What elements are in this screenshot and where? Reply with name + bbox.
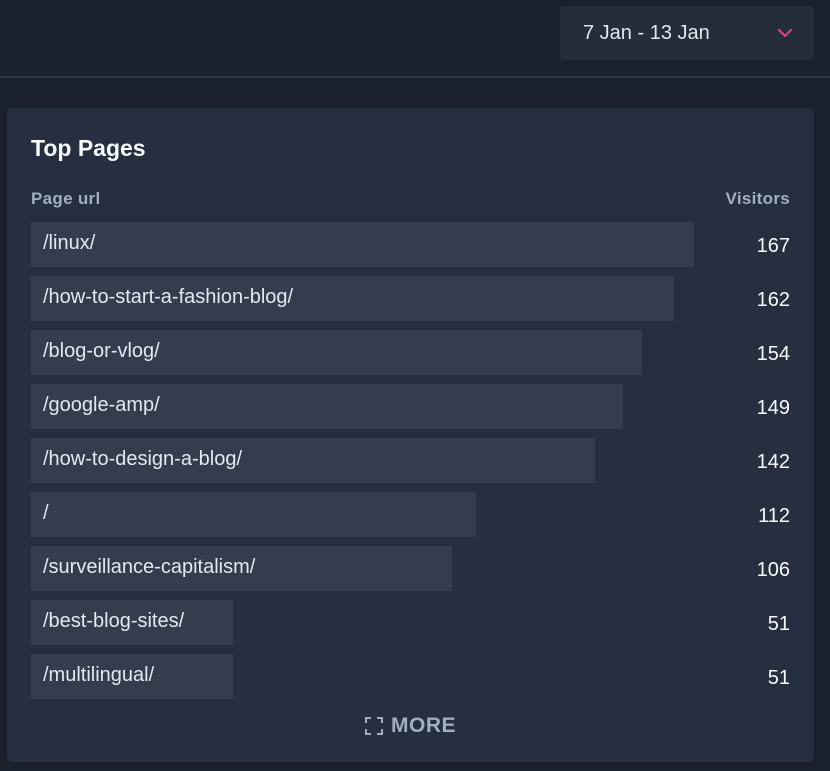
column-header-page-url: Page url <box>31 189 101 208</box>
visitor-bar <box>31 492 476 537</box>
date-range-picker[interactable]: 7 Jan - 13 Jan <box>560 6 814 60</box>
visitor-count: 167 <box>756 235 790 257</box>
page-list: /linux/167/how-to-start-a-fashion-blog/1… <box>31 222 790 708</box>
visitor-count: 142 <box>756 451 790 473</box>
visitor-count: 51 <box>767 667 790 689</box>
card-title: Top Pages <box>31 135 146 161</box>
top-bar: 7 Jan - 13 Jan <box>0 0 830 78</box>
visitor-count: 106 <box>756 559 790 581</box>
page-url[interactable]: /linux/ <box>43 222 95 265</box>
page-url[interactable]: / <box>43 492 49 535</box>
page-url[interactable]: /multilingual/ <box>43 654 154 697</box>
list-item[interactable]: /linux/167 <box>31 222 790 267</box>
list-item[interactable]: /surveillance-capitalism/106 <box>31 546 790 591</box>
visitor-count: 154 <box>756 343 790 365</box>
visitor-count: 149 <box>756 397 790 419</box>
list-item[interactable]: /blog-or-vlog/154 <box>31 330 790 375</box>
list-item[interactable]: /multilingual/51 <box>31 654 790 699</box>
visitor-count: 51 <box>767 613 790 635</box>
chevron-down-icon <box>777 28 793 38</box>
list-item[interactable]: /best-blog-sites/51 <box>31 600 790 645</box>
expand-icon <box>365 717 383 735</box>
visitor-count: 162 <box>756 289 790 311</box>
more-label: MORE <box>391 714 456 737</box>
page-url[interactable]: /blog-or-vlog/ <box>43 330 160 373</box>
list-item[interactable]: /how-to-start-a-fashion-blog/162 <box>31 276 790 321</box>
page-url[interactable]: /how-to-design-a-blog/ <box>43 438 242 481</box>
top-pages-card: Top Pages Page url Visitors /linux/167/h… <box>7 108 814 762</box>
more-button[interactable]: MORE <box>7 714 814 741</box>
page-url[interactable]: /surveillance-capitalism/ <box>43 546 255 589</box>
list-item[interactable]: / 112 <box>31 492 790 537</box>
page-url[interactable]: /best-blog-sites/ <box>43 600 184 643</box>
visitor-count: 112 <box>758 505 790 527</box>
page-url[interactable]: /google-amp/ <box>43 384 160 427</box>
page-url[interactable]: /how-to-start-a-fashion-blog/ <box>43 276 293 319</box>
date-range-label: 7 Jan - 13 Jan <box>583 22 710 44</box>
column-header-visitors: Visitors <box>725 189 790 208</box>
list-item[interactable]: /how-to-design-a-blog/142 <box>31 438 790 483</box>
list-item[interactable]: /google-amp/149 <box>31 384 790 429</box>
visitor-bar <box>31 222 694 267</box>
